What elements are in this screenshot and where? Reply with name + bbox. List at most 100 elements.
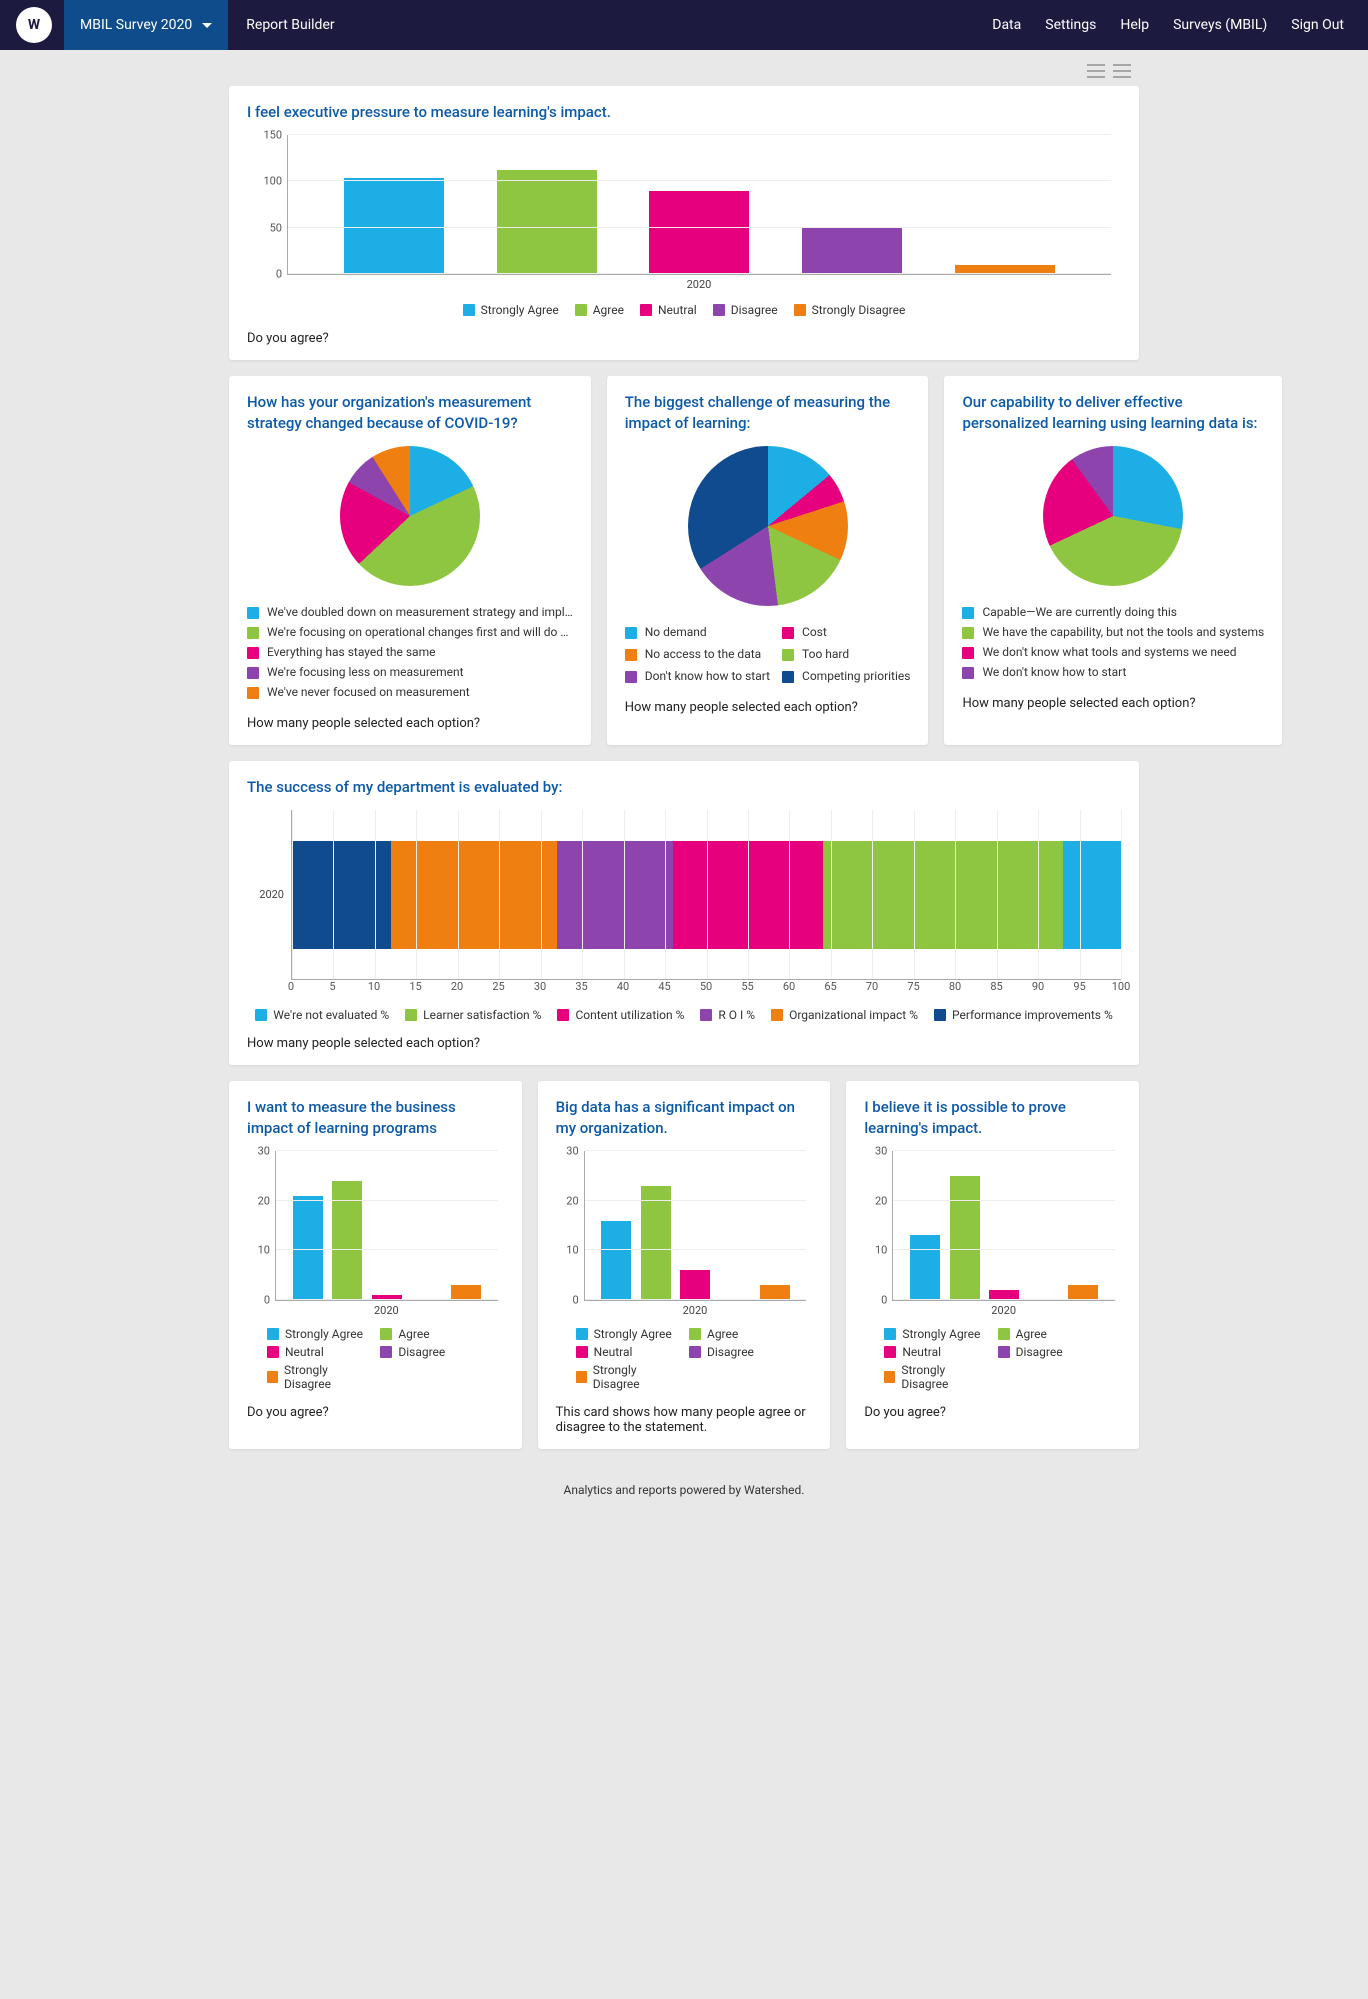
bar — [910, 1235, 940, 1300]
legend-item: Competing priorities — [782, 666, 910, 686]
legend-item: Don't know how to start — [625, 666, 770, 686]
bar — [680, 1270, 710, 1300]
legend-item: R O I % — [700, 1008, 755, 1022]
legend-label: Neutral — [594, 1345, 633, 1359]
legend-item: Too hard — [782, 644, 910, 664]
legend-label: No access to the data — [645, 647, 761, 661]
app-logo[interactable]: W — [16, 7, 52, 43]
chart-legend: Strongly Agree Agree Neutral Disagree Strong… — [247, 1317, 504, 1391]
legend-item: Capable—We are currently doing this — [962, 602, 1264, 622]
legend-item: We don't know how to start — [962, 662, 1264, 682]
legend-label: We're focusing on operational changes fi… — [267, 625, 568, 639]
card-title: The success of my department is evaluate… — [247, 777, 1121, 798]
legend-label: We don't know how to start — [982, 665, 1126, 679]
legend-label: Learner satisfaction % — [423, 1008, 541, 1022]
x-axis-label: 2020 — [275, 1301, 498, 1317]
legend-item: We're not evaluated % — [255, 1008, 389, 1022]
card-want-measure: I want to measure the business impact of… — [229, 1081, 522, 1449]
stacked-segment — [1063, 841, 1121, 949]
legend-item: Disagree — [713, 303, 778, 317]
view-mode-list-icon[interactable] — [1113, 64, 1131, 78]
card-footer: How many people selected each option? — [247, 716, 573, 731]
legend-item: We're focusing less on measurement — [247, 662, 573, 682]
bar — [451, 1285, 481, 1300]
bar-chart: 0102030 2020 — [556, 1151, 813, 1317]
legend-label: Disagree — [1016, 1345, 1063, 1359]
bar-chart: 050100150 2020 — [247, 135, 1121, 291]
legend-label: Agree — [707, 1327, 738, 1341]
legend-label: Organizational impact % — [789, 1008, 918, 1022]
legend-item: No access to the data — [625, 644, 770, 664]
card-title: Our capability to deliver effective pers… — [962, 392, 1264, 434]
legend-label: No demand — [645, 625, 707, 639]
legend-item: Disagree — [380, 1345, 483, 1359]
bar-chart: 0102030 2020 — [247, 1151, 504, 1317]
legend-item: Neutral — [267, 1345, 370, 1359]
legend-label: Too hard — [802, 647, 849, 661]
legend-item: Strongly Agree — [463, 303, 559, 317]
survey-name: MBIL Survey 2020 — [80, 17, 192, 33]
legend-item: Strongly Disagree — [267, 1363, 370, 1391]
legend-label: Competing priorities — [802, 669, 910, 683]
card-big-data: Big data has a significant impact on my … — [538, 1081, 831, 1449]
legend-item: Agree — [575, 303, 624, 317]
card-title: The biggest challenge of measuring the i… — [625, 392, 911, 434]
chart-legend: Strongly AgreeAgreeNeutralDisagreeStrong… — [247, 291, 1121, 317]
nav-data[interactable]: Data — [992, 17, 1021, 33]
legend-label: Disagree — [707, 1345, 754, 1359]
stacked-segment — [823, 841, 1063, 949]
card-footer: Do you agree? — [247, 1405, 504, 1420]
legend-label: Neutral — [285, 1345, 324, 1359]
nav-signout[interactable]: Sign Out — [1291, 17, 1344, 33]
nav-help[interactable]: Help — [1120, 17, 1149, 33]
stacked-bar-chart: 2020 05101520253035404550556065707580859… — [247, 810, 1121, 996]
nav-settings[interactable]: Settings — [1045, 17, 1096, 33]
card-title: I feel executive pressure to measure lea… — [247, 102, 1121, 123]
legend-label: We're not evaluated % — [273, 1008, 389, 1022]
legend-label: Cost — [802, 625, 827, 639]
chart-legend: We're not evaluated % Learner satisfactio… — [247, 996, 1121, 1022]
stacked-segment — [557, 841, 673, 949]
chart-legend: Strongly AgreeAgreeNeutralDisagreeStrong… — [864, 1317, 1121, 1391]
legend-label: Strongly Disagree — [901, 1363, 987, 1391]
nav-surveys[interactable]: Surveys (MBIL) — [1173, 17, 1267, 33]
card-capability: Our capability to deliver effective pers… — [944, 376, 1282, 745]
legend-label: Don't know how to start — [645, 669, 770, 683]
x-axis-label: 2020 — [892, 1301, 1115, 1317]
legend-item: Agree — [998, 1327, 1101, 1341]
legend-label: R O I % — [718, 1008, 755, 1022]
survey-selector[interactable]: MBIL Survey 2020 — [64, 0, 228, 50]
legend-item: Strongly Agree — [267, 1327, 370, 1341]
pie-chart — [1043, 446, 1183, 586]
view-mode-grid-icon[interactable] — [1087, 64, 1105, 78]
bar — [649, 191, 749, 274]
legend-label: Strongly Agree — [285, 1327, 363, 1341]
page-content: I feel executive pressure to measure lea… — [229, 50, 1139, 1555]
card-title: Big data has a significant impact on my … — [556, 1097, 813, 1139]
legend-label: Content utilization % — [575, 1008, 684, 1022]
legend-label: Strongly Disagree — [593, 1363, 679, 1391]
card-footer: How many people selected each option? — [247, 1036, 1121, 1051]
top-navbar: W MBIL Survey 2020 Report Builder Data S… — [0, 0, 1368, 50]
legend-item: Agree — [380, 1327, 483, 1341]
legend-item: Agree — [689, 1327, 792, 1341]
bar — [1068, 1285, 1098, 1300]
legend-item: No demand — [625, 622, 770, 642]
legend-item: Strongly Disagree — [794, 303, 906, 317]
legend-item: Cost — [782, 622, 910, 642]
legend-item: Strongly Agree — [576, 1327, 679, 1341]
card-footer: How many people selected each option? — [962, 696, 1264, 711]
card-footer: How many people selected each option? — [625, 700, 911, 715]
legend-item: Learner satisfaction % — [405, 1008, 541, 1022]
card-title: I believe it is possible to prove learni… — [864, 1097, 1121, 1139]
attribution-footer: Analytics and reports powered by Watersh… — [229, 1465, 1139, 1515]
chart-legend: We've doubled down on measurement strate… — [247, 602, 573, 702]
legend-label: Agree — [1016, 1327, 1047, 1341]
nav-links: Data Settings Help Surveys (MBIL) Sign O… — [992, 17, 1344, 33]
legend-item: We've never focused on measurement — [247, 682, 573, 702]
legend-label: Strongly Disagree — [284, 1363, 370, 1391]
legend-item: Neutral — [576, 1345, 679, 1359]
bar — [293, 1196, 323, 1300]
legend-label: Disagree — [731, 303, 778, 317]
legend-item: Neutral — [884, 1345, 987, 1359]
